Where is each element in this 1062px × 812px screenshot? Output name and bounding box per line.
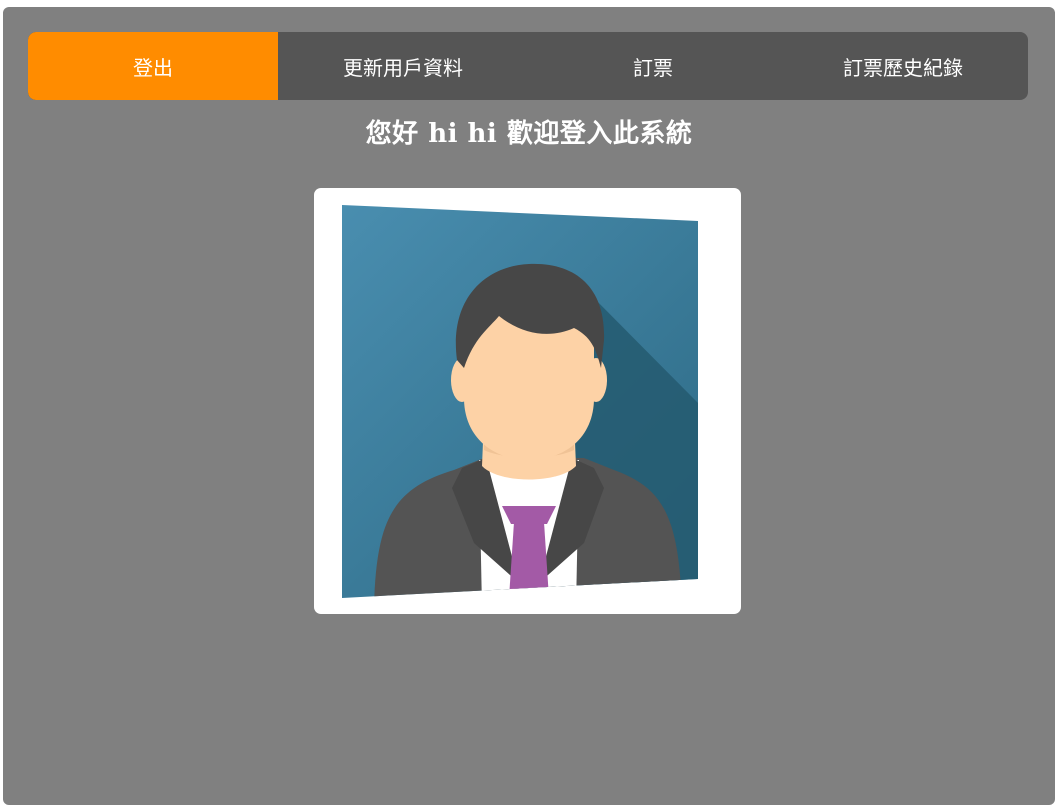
profile-photo-frame — [314, 188, 741, 614]
businessman-avatar-icon — [342, 205, 698, 598]
top-navigation-bar: 登出 更新用戶資料 訂票 訂票歷史紀錄 — [28, 32, 1028, 100]
main-panel: 登出 更新用戶資料 訂票 訂票歷史紀錄 您好 hi hi 歡迎登入此系統 — [3, 7, 1055, 805]
nav-update-profile-button[interactable]: 更新用戶資料 — [278, 32, 528, 100]
nav-booking-button[interactable]: 訂票 — [528, 32, 778, 100]
nav-logout-button[interactable]: 登出 — [28, 32, 278, 100]
nav-booking-history-button[interactable]: 訂票歷史紀錄 — [778, 32, 1028, 100]
welcome-heading: 您好 hi hi 歡迎登入此系統 — [365, 119, 693, 149]
